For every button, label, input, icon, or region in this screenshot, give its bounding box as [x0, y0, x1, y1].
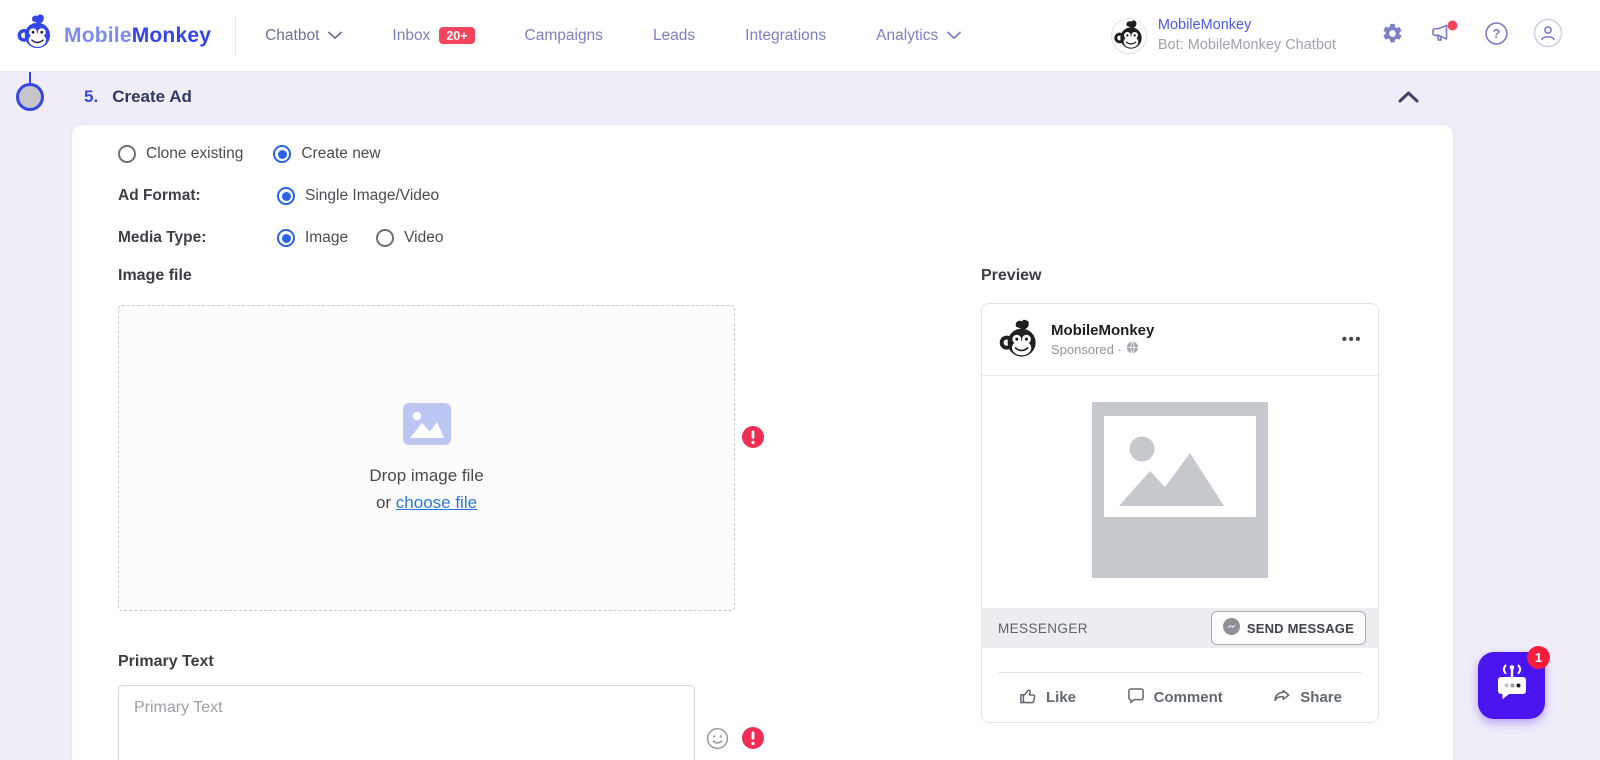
share-icon: [1272, 686, 1292, 710]
clone-or-create-radio-group: Clone existing Create new: [118, 145, 381, 163]
top-navbar: MobileMonkey Chatbot Inbox 20+ Campaigns…: [0, 0, 1600, 72]
thumbs-up-icon: [1018, 686, 1038, 710]
nav-right: MobileMonkey Bot: MobileMonkey Chatbot ?: [1110, 16, 1574, 55]
messenger-bar: MESSENGER SEND MESSAGE: [982, 608, 1378, 648]
ad-format-row: Ad Format: Single Image/Video: [118, 187, 439, 205]
share-label: Share: [1300, 689, 1342, 706]
image-dropzone[interactable]: Drop image file or choose file: [118, 305, 735, 611]
preview-actions: Like Comment Share: [982, 672, 1378, 722]
ad-preview-card: MobileMonkey Sponsored · ••• MESSENGER S…: [981, 303, 1379, 723]
messenger-label: MESSENGER: [998, 620, 1088, 636]
choose-file-link[interactable]: choose file: [396, 493, 477, 512]
nav-item-analytics[interactable]: Analytics: [851, 27, 986, 45]
comment-button[interactable]: Comment: [1126, 686, 1223, 710]
primary-text-label: Primary Text: [118, 653, 214, 670]
help-icon: ?: [1484, 21, 1509, 51]
clone-existing-radio[interactable]: [118, 145, 136, 163]
media-video-radio[interactable]: [376, 229, 395, 247]
svg-text:?: ?: [1492, 26, 1500, 41]
inbox-count-badge: 20+: [439, 26, 475, 45]
main-content: 5. Create Ad Clone existing Create new A…: [0, 72, 1600, 760]
preview-image-placeholder-icon: [1092, 401, 1268, 583]
media-type-row: Media Type: Image Video: [118, 229, 443, 247]
clone-existing-label: Clone existing: [146, 145, 244, 162]
create-new-radio[interactable]: [273, 145, 292, 163]
chat-unread-badge: 1: [1527, 646, 1550, 669]
media-image-radio[interactable]: [277, 229, 295, 247]
stepper-node[interactable]: [16, 83, 44, 111]
step-number: 5.: [84, 87, 99, 106]
primary-text-error-icon: [742, 727, 764, 749]
person-icon: [1533, 18, 1563, 53]
preview-label: Preview: [981, 267, 1042, 284]
nav-item-chatbot[interactable]: Chatbot: [240, 27, 367, 45]
chevron-down-icon: [947, 27, 962, 45]
ad-format-label: Ad Format:: [118, 187, 201, 204]
drop-image-text: Drop image file: [369, 466, 484, 485]
nav-divider: [235, 16, 237, 55]
media-type-label: Media Type:: [118, 229, 207, 246]
sponsored-text: Sponsored ·: [1051, 341, 1122, 357]
primary-text-wrap: [118, 685, 695, 760]
gear-icon: [1381, 22, 1404, 50]
globe-icon: [1126, 341, 1139, 359]
nav-item-campaigns[interactable]: Campaigns: [500, 27, 628, 45]
preview-header: MobileMonkey Sponsored · •••: [982, 304, 1378, 376]
announcements-button[interactable]: [1418, 20, 1470, 51]
media-image-label: Image: [305, 229, 349, 246]
profile-button[interactable]: [1522, 18, 1574, 53]
step-title: Create Ad: [112, 87, 192, 106]
settings-button[interactable]: [1366, 22, 1418, 50]
single-image-video-radio[interactable]: [277, 187, 295, 205]
brand-logo[interactable]: MobileMonkey: [16, 14, 211, 57]
primary-text-input[interactable]: [118, 685, 695, 760]
step-header: 5. Create Ad: [84, 87, 192, 107]
create-new-label: Create new: [301, 145, 381, 162]
preview-sponsored-row: Sponsored ·: [1051, 341, 1154, 359]
comment-icon: [1126, 686, 1146, 710]
preview-image-area: [982, 376, 1378, 608]
media-video-label: Video: [404, 229, 444, 246]
like-button[interactable]: Like: [1018, 686, 1076, 710]
chevron-down-icon: [328, 27, 343, 45]
page: MobileMonkey Chatbot Inbox 20+ Campaigns…: [0, 0, 1600, 760]
help-button[interactable]: ?: [1470, 21, 1522, 51]
bot-selector[interactable]: MobileMonkey Bot: MobileMonkey Chatbot: [1110, 16, 1336, 55]
image-error-icon: [742, 426, 764, 448]
chat-bubble-antenna-icon: [1490, 661, 1534, 710]
send-message-label: SEND MESSAGE: [1246, 620, 1354, 636]
chat-widget-button[interactable]: 1: [1478, 646, 1550, 719]
account-name: MobileMonkey: [1157, 16, 1252, 33]
preview-page-name: MobileMonkey: [1051, 321, 1155, 339]
send-message-button[interactable]: SEND MESSAGE: [1210, 611, 1366, 645]
chevron-up-icon: [1398, 90, 1419, 107]
nav-items: Chatbot Inbox 20+ Campaigns Leads Integr…: [240, 27, 986, 45]
like-label: Like: [1046, 689, 1077, 706]
preview-page-avatar: [998, 318, 1040, 361]
bot-avatar: [1110, 17, 1147, 54]
share-button[interactable]: Share: [1272, 686, 1342, 710]
single-image-video-label: Single Image/Video: [305, 187, 440, 204]
monkey-logo-icon: [16, 14, 54, 57]
nav-item-inbox[interactable]: Inbox 20+: [367, 27, 499, 45]
nav-item-leads[interactable]: Leads: [628, 27, 720, 45]
image-placeholder-icon: [402, 403, 451, 450]
emoji-picker-icon[interactable]: [705, 726, 730, 756]
comment-label: Comment: [1153, 689, 1223, 706]
image-file-label: Image file: [118, 267, 192, 284]
create-ad-card: Clone existing Create new Ad Format: Sin…: [72, 125, 1453, 760]
bot-name-label: Bot: MobileMonkey Chatbot: [1157, 36, 1336, 53]
brand-name: MobileMonkey: [64, 23, 212, 47]
choose-file-row: or choose file: [376, 493, 477, 513]
bot-info: MobileMonkey Bot: MobileMonkey Chatbot: [1158, 16, 1336, 55]
or-text: or: [375, 493, 396, 512]
preview-page-info: MobileMonkey Sponsored ·: [1051, 320, 1154, 359]
collapse-section-button[interactable]: [1394, 86, 1423, 112]
messenger-icon: [1222, 618, 1240, 638]
megaphone-icon: [1429, 20, 1459, 51]
preview-menu-button[interactable]: •••: [1342, 331, 1362, 348]
nav-item-integrations[interactable]: Integrations: [720, 27, 851, 45]
